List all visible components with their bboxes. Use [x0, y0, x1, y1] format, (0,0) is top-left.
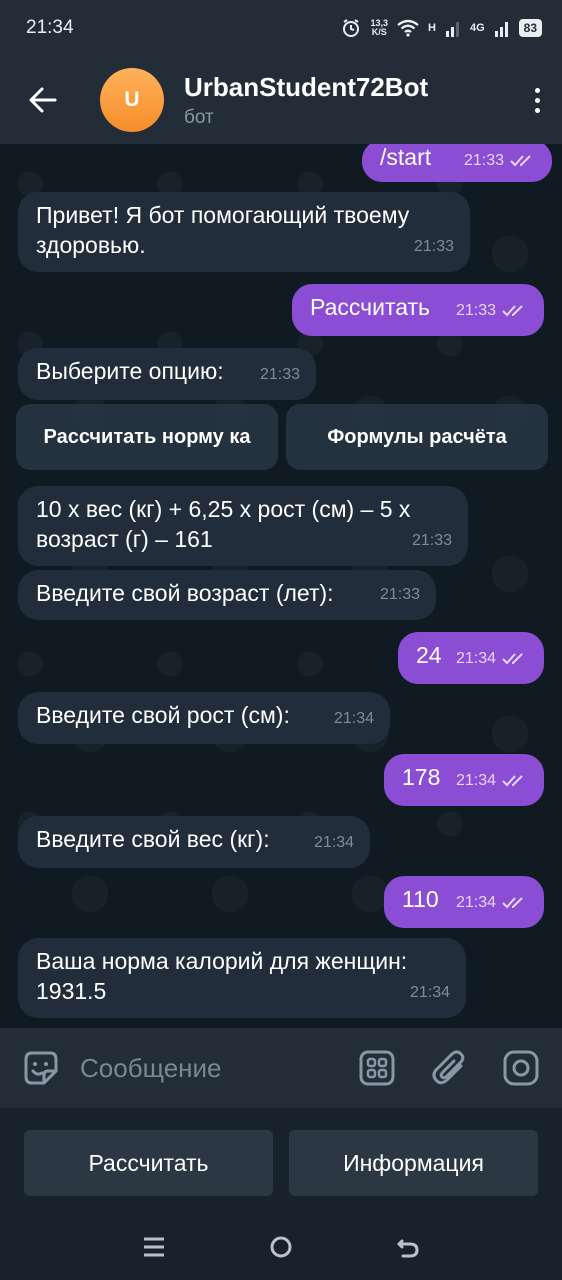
message-text: Введите свой рост (см): — [36, 702, 290, 728]
message-time: 21:33 — [259, 366, 300, 383]
reply-button-info[interactable]: Информация — [289, 1130, 538, 1196]
message-incoming[interactable]: Введите свой вес (кг): 21:34 — [18, 816, 370, 868]
message-text: Рассчитать — [310, 294, 431, 320]
reply-button-label: Информация — [343, 1149, 484, 1176]
keyboard-grid-icon — [359, 1050, 395, 1086]
read-checks-icon — [502, 775, 523, 787]
chat-header: U UrbanStudent72Bot бот — [0, 56, 562, 144]
message-time: 21:33 — [411, 532, 452, 549]
reply-keyboard: Рассчитать Информация — [0, 1108, 562, 1218]
paperclip-icon — [432, 1050, 465, 1085]
read-checks-icon — [510, 155, 531, 167]
chat-history[interactable]: /start 21:33 Привет! Я бот помогающий тв… — [0, 144, 562, 1028]
message-text: Введите свой вес (кг): — [36, 826, 270, 852]
status-icons: 13,3 K/S H 4G 83 — [341, 18, 542, 38]
message-text: Ваша норма калорий для женщин: 1931.5 — [36, 948, 408, 1004]
menu-lines-icon — [143, 1237, 164, 1256]
message-outgoing[interactable]: 178 21:34 — [384, 754, 544, 806]
arrow-left-icon — [29, 87, 57, 113]
message-time: 21:34 — [333, 710, 374, 727]
chat-title: UrbanStudent72Bot — [184, 71, 429, 102]
read-checks-icon — [502, 897, 523, 909]
message-input[interactable]: Сообщение — [80, 1053, 354, 1084]
status-time: 21:34 — [26, 17, 74, 38]
chat-title-block[interactable]: UrbanStudent72Bot бот — [184, 72, 512, 129]
attach-button[interactable] — [426, 1045, 472, 1091]
signal-icon-2 — [494, 22, 508, 37]
message-text: 178 — [402, 764, 441, 790]
message-outgoing[interactable]: Рассчитать 21:33 — [292, 284, 544, 336]
message-time: 21:34 — [455, 772, 496, 789]
status-bar: 21:34 13,3 K/S H 4G 83 — [0, 0, 562, 56]
reply-button-calculate[interactable]: Рассчитать — [24, 1130, 273, 1196]
back-button[interactable] — [0, 56, 86, 144]
read-checks-icon — [502, 653, 523, 665]
avatar-letter: U — [124, 88, 140, 111]
reply-button-label: Рассчитать — [88, 1149, 209, 1176]
message-time: 21:33 — [413, 238, 454, 255]
recent-apps-button[interactable] — [142, 1236, 166, 1263]
message-time: 21:34 — [455, 650, 496, 667]
message-text: /start — [380, 144, 432, 170]
message-input-bar: Сообщение — [0, 1028, 562, 1108]
avatar[interactable]: U — [100, 68, 164, 132]
read-checks-icon — [502, 305, 523, 317]
inline-button-formulas[interactable]: Формулы расчёта — [286, 404, 548, 470]
more-menu-button[interactable] — [512, 56, 562, 144]
message-incoming[interactable]: Введите свой рост (см): 21:34 — [18, 692, 390, 744]
net-speed: 13,3 K/S — [370, 18, 388, 37]
message-time: 21:34 — [409, 984, 450, 1001]
more-vertical-icon — [534, 87, 540, 113]
message-text: 24 — [416, 642, 442, 668]
message-outgoing[interactable]: 110 21:34 — [384, 876, 544, 928]
message-text: 110 — [402, 886, 439, 912]
network-type-2: 4G — [469, 22, 485, 34]
alarm-icon — [343, 19, 360, 37]
sticker-icon — [24, 1051, 58, 1085]
bot-keyboard-button[interactable] — [354, 1045, 400, 1091]
camera-button[interactable] — [498, 1045, 544, 1091]
message-incoming[interactable]: Привет! Я бот помогающий твоему здоровью… — [18, 192, 470, 272]
nav-back-button[interactable] — [396, 1235, 420, 1264]
signal-icon-1 — [445, 22, 459, 37]
network-type-1: H — [428, 22, 436, 34]
inline-button-calc-norm[interactable]: Рассчитать норму ка — [16, 404, 278, 470]
back-arrow-icon — [397, 1239, 419, 1257]
home-circle-icon — [270, 1236, 292, 1257]
message-text: Введите свой возраст (лет): — [36, 580, 334, 606]
wifi-icon — [397, 19, 419, 37]
inline-button-label: Формулы расчёта — [327, 425, 507, 448]
message-time: 21:34 — [455, 894, 496, 911]
message-time: 21:33 — [463, 152, 504, 169]
home-button[interactable] — [269, 1235, 293, 1264]
message-text: Выберите опцию: — [36, 358, 224, 384]
message-outgoing[interactable]: /start 21:33 — [362, 144, 552, 182]
message-outgoing[interactable]: 24 21:34 — [398, 632, 544, 684]
emoji-button[interactable] — [18, 1045, 64, 1091]
message-text: 10 x вес (кг) + 6,25 x рост (см) – 5 x в… — [36, 496, 411, 552]
message-incoming[interactable]: 10 x вес (кг) + 6,25 x рост (см) – 5 x в… — [18, 486, 468, 566]
battery-indicator: 83 — [518, 19, 542, 37]
chat-subtitle: бот — [184, 106, 214, 128]
system-nav-bar — [0, 1218, 562, 1280]
message-time: 21:33 — [455, 302, 496, 319]
message-time: 21:34 — [313, 834, 354, 851]
message-incoming[interactable]: Введите свой возраст (лет): 21:33 — [18, 570, 436, 620]
message-time: 21:33 — [379, 586, 420, 603]
inline-button-label: Рассчитать норму ка — [43, 425, 251, 448]
message-incoming[interactable]: Ваша норма калорий для женщин: 1931.5 21… — [18, 938, 466, 1018]
message-incoming[interactable]: Выберите опцию: 21:33 — [18, 348, 316, 400]
message-text: Привет! Я бот помогающий твоему здоровью… — [36, 202, 410, 258]
camera-icon — [503, 1050, 539, 1086]
